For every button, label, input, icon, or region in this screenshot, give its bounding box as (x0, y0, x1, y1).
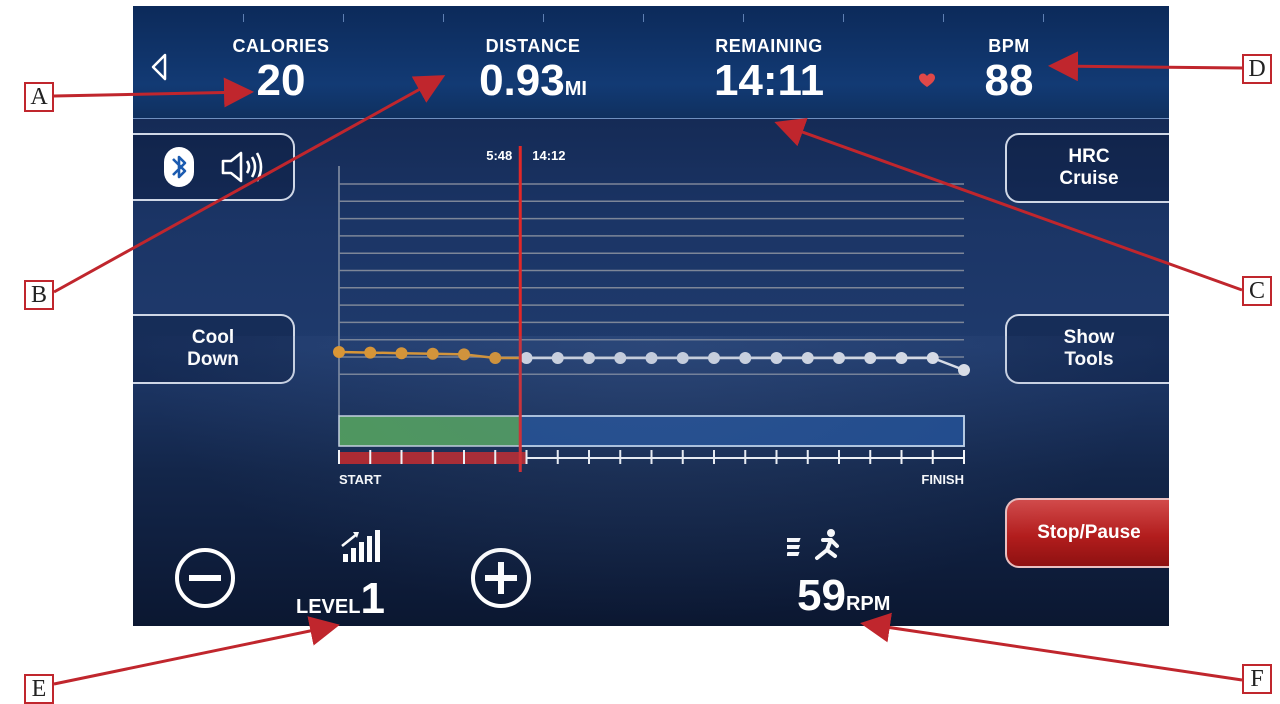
callout-a: A (24, 82, 54, 112)
callout-arrow-a (53, 77, 254, 108)
callout-arrow-f (860, 612, 1243, 682)
callout-e: E (24, 674, 54, 704)
callout-arrow-d (1048, 51, 1243, 82)
callout-arrow-b (53, 75, 446, 294)
callout-b: B (24, 280, 54, 310)
callout-d: D (1242, 54, 1272, 84)
callout-arrows (53, 51, 1243, 686)
callout-f: F (1242, 664, 1272, 694)
callout-arrow-c (774, 117, 1243, 292)
callout-arrow-e (53, 616, 340, 686)
callout-c: C (1242, 276, 1272, 306)
